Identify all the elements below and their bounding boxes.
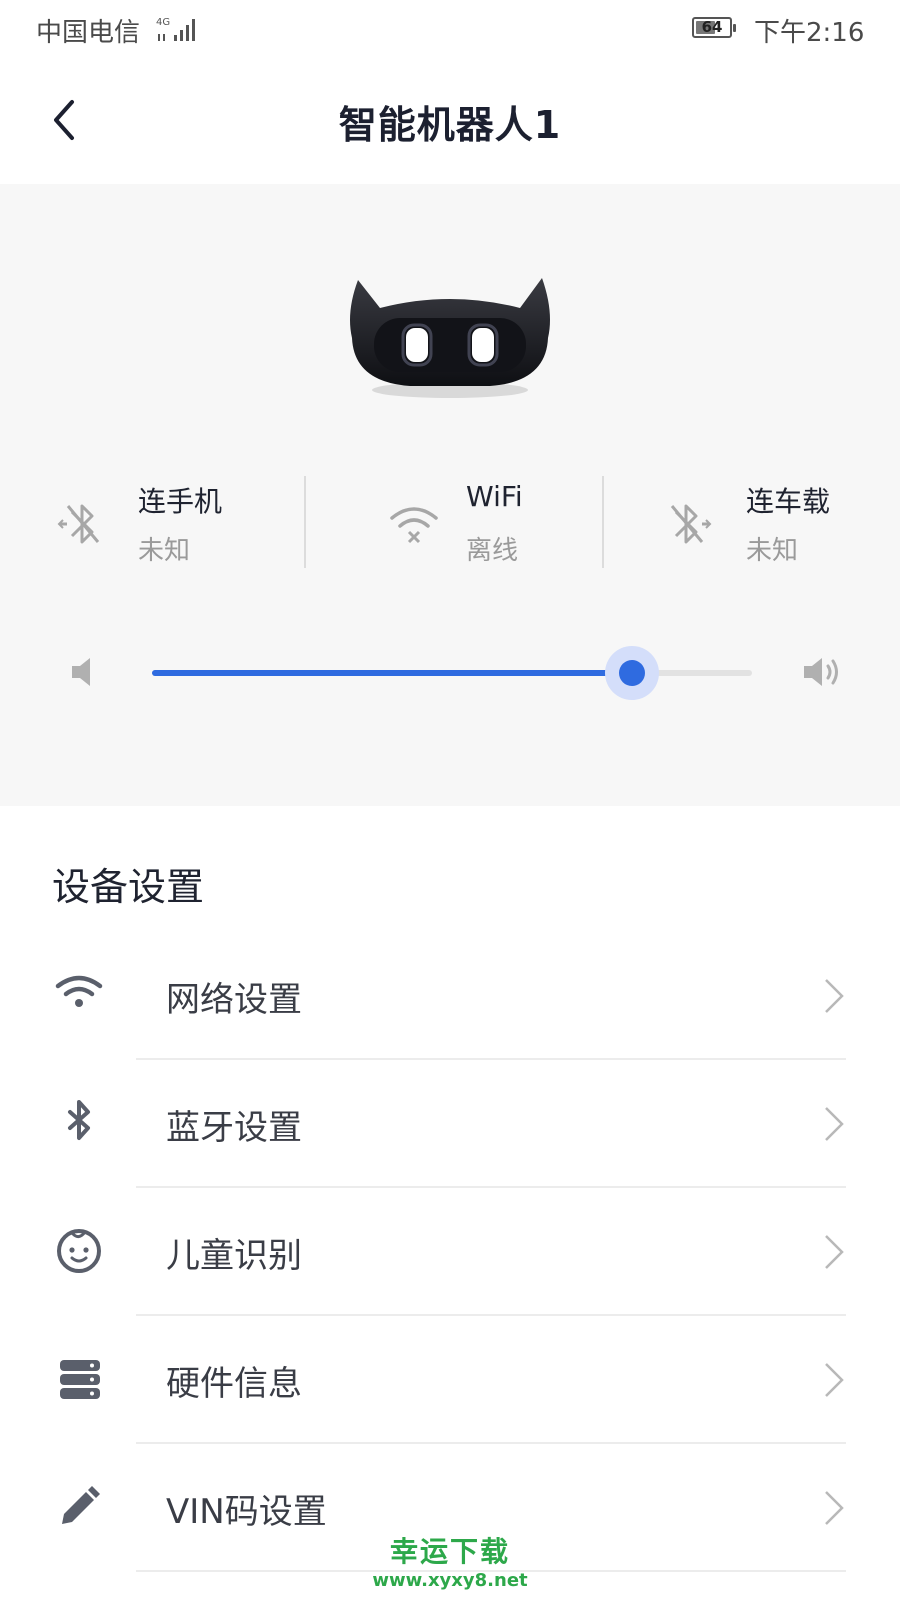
status-bar: 中国电信 4G 64 下午2:16 [0,0,900,58]
car-connection-label: 连车载 [746,485,831,518]
network-type: 4G [156,17,170,28]
watermark: 幸运下载 www.xyxy8.net [360,1530,540,1591]
phone-connection-value: 未知 [138,536,191,566]
wifi-value: 离线 [466,536,519,566]
volume-high-icon[interactable] [800,652,850,692]
chevron-right-icon [825,1235,844,1269]
row-label: 儿童识别 [166,1236,302,1276]
watermark-url: www.xyxy8.net [372,1570,528,1591]
bluetooth-settings-row[interactable]: 蓝牙设置 [0,1060,900,1188]
battery-icon: 64 [692,17,736,38]
bluetooth-icon [68,1100,90,1140]
device-settings-title: 设备设置 [52,865,205,909]
chevron-right-icon [825,979,844,1013]
car-connection-value: 未知 [746,536,799,566]
battery-percent: 64 [701,18,723,36]
wifi-status[interactable]: WiFi 离线 [306,476,602,572]
carrier-name: 中国电信 [36,18,141,48]
bluetooth-off-icon [670,504,712,544]
row-label: 蓝牙设置 [166,1108,302,1148]
volume-slider-fill [152,670,632,676]
device-panel: 连手机 未知 WiFi 离线 连车载 未知 [0,184,900,806]
connection-status-row: 连手机 未知 WiFi 离线 连车载 未知 [0,476,900,572]
volume-slider-thumb[interactable] [619,660,645,686]
pencil-icon [62,1486,100,1524]
wifi-label: WiFi [466,480,523,513]
wifi-icon [55,975,103,1007]
hardware-info-row[interactable]: 硬件信息 [0,1316,900,1444]
network-settings-row[interactable]: 网络设置 [0,932,900,1060]
row-label: 网络设置 [166,980,302,1020]
row-label: VIN码设置 [166,1492,327,1532]
signal-icon: 4G [156,17,195,41]
watermark-title: 幸运下载 [389,1535,510,1568]
chevron-right-icon [825,1491,844,1525]
phone-connection-label: 连手机 [138,485,223,518]
bluetooth-off-icon [57,504,100,544]
page-title: 智能机器人1 [338,103,562,147]
robot-image [350,278,550,398]
volume-control [0,634,900,714]
row-label: 硬件信息 [166,1364,302,1404]
app-header: 智能机器人1 [0,58,900,184]
clock: 下午2:16 [754,18,865,48]
settings-list: 网络设置 蓝牙设置 儿童识别 硬件信息 VIN码设置 [0,932,900,1572]
chevron-right-icon [825,1107,844,1141]
phone-connection-status[interactable]: 连手机 未知 [0,476,300,572]
child-recognition-row[interactable]: 儿童识别 [0,1188,900,1316]
chevron-right-icon [825,1363,844,1397]
car-connection-status[interactable]: 连车载 未知 [604,476,900,572]
server-icon [60,1360,100,1399]
volume-low-icon[interactable] [68,652,108,692]
wifi-off-icon [390,507,438,544]
child-face-icon [57,1229,101,1273]
volume-slider[interactable] [152,646,752,700]
